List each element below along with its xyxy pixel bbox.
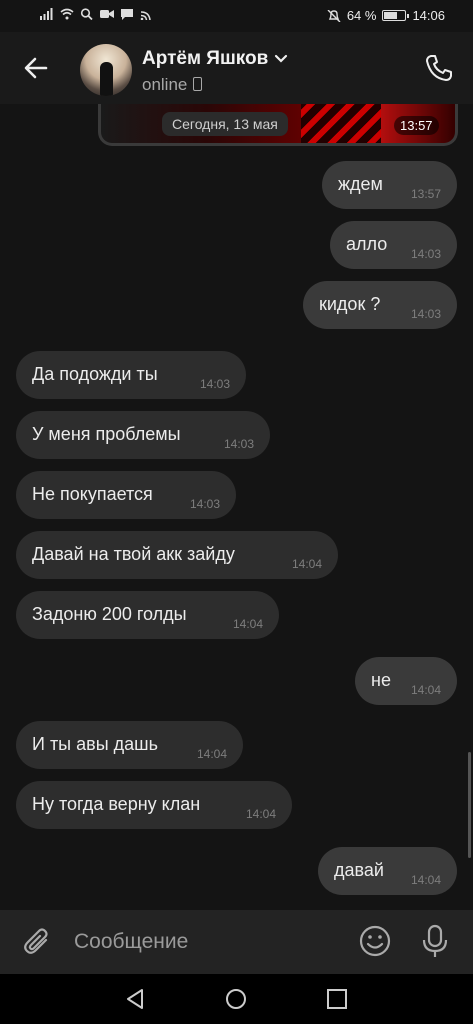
paperclip-icon[interactable] (22, 926, 54, 958)
incoming-message[interactable]: У меня проблемы 14:03 (16, 411, 270, 459)
battery-icon (382, 10, 410, 21)
media-time: 13:57 (394, 116, 439, 135)
message-time: 14:03 (410, 247, 441, 261)
nav-recents-icon[interactable] (326, 988, 348, 1010)
incoming-message[interactable]: Ну тогда верну клан 14:04 (16, 781, 292, 829)
nav-home-icon[interactable] (225, 988, 247, 1010)
incoming-message[interactable]: Давай на твой акк зайду 14:04 (16, 531, 338, 579)
wifi-icon (60, 8, 74, 20)
battery-fill (384, 12, 397, 19)
contact-name-text: Артём Яшков (142, 48, 269, 69)
message-text: Да подожди ты (32, 364, 158, 384)
message-text: алло (346, 234, 388, 254)
video-icon (100, 10, 114, 18)
arrow-left-icon[interactable] (22, 54, 50, 82)
media-image (301, 104, 381, 143)
message-text: Не покупается (32, 484, 153, 504)
message-time: 14:03 (410, 307, 441, 321)
phone-icon[interactable] (423, 52, 455, 84)
avatar[interactable] (80, 44, 132, 96)
chevron-down-icon (275, 54, 288, 63)
date-separator: Сегодня, 13 мая (162, 112, 288, 136)
search-icon (80, 8, 93, 20)
composer: Сообщение (0, 910, 473, 974)
message-text: давай (334, 860, 384, 880)
chat-header: Артём Яшков online (0, 32, 473, 104)
outgoing-message[interactable]: не 14:04 (355, 657, 457, 705)
message-time: 14:03 (189, 497, 220, 511)
smiley-icon[interactable] (358, 924, 392, 958)
message-time: 14:04 (232, 617, 263, 631)
incoming-message[interactable]: Задоню 200 голды 14:04 (16, 591, 279, 639)
message-text: кидок ? (319, 294, 381, 314)
contact-name[interactable]: Артём Яшков (142, 48, 288, 70)
message-text: Давай на твой акк зайду (32, 544, 235, 564)
outgoing-message[interactable]: кидок ? 14:03 (303, 281, 457, 329)
message-text: ждем (338, 174, 383, 194)
message-time: 14:03 (199, 377, 230, 391)
message-time: 14:04 (410, 873, 441, 887)
message-time: 13:57 (410, 187, 441, 201)
message-text: не (371, 670, 391, 690)
clock: 14:06 (412, 8, 445, 23)
message-text: У меня проблемы (32, 424, 181, 444)
message-time: 14:04 (410, 683, 441, 697)
message-time: 14:03 (223, 437, 254, 451)
message-text: Задоню 200 голды (32, 604, 187, 624)
outgoing-message[interactable]: давай 14:04 (318, 847, 457, 895)
avatar-figure (100, 62, 113, 96)
battery-percent: 64 % (346, 8, 377, 23)
outgoing-message[interactable]: ждем 13:57 (322, 161, 457, 209)
incoming-message[interactable]: Не покупается 14:03 (16, 471, 236, 519)
status-icons-right: 64 % 14:06 (327, 8, 445, 23)
chat-icon (121, 9, 133, 20)
incoming-message[interactable]: Да подожди ты 14:03 (16, 351, 246, 399)
nav-back-icon[interactable] (124, 988, 146, 1010)
presence-text: online (142, 75, 188, 94)
outgoing-message[interactable]: алло 14:03 (330, 221, 457, 269)
message-time: 14:04 (291, 557, 322, 571)
mobile-device-icon (193, 77, 203, 91)
message-time: 14:04 (196, 747, 227, 761)
cast-icon (140, 11, 151, 20)
status-bar: 64 % 14:06 (0, 0, 473, 32)
message-text: И ты авы дашь (32, 734, 158, 754)
system-nav-bar (0, 974, 473, 1024)
signal-icon (40, 8, 53, 20)
presence-status: online (142, 75, 203, 95)
message-time: 14:04 (245, 807, 276, 821)
incoming-message[interactable]: И ты авы дашь 14:04 (16, 721, 243, 769)
status-icons-left (40, 8, 154, 20)
microphone-icon[interactable] (420, 924, 450, 958)
message-text: Ну тогда верну клан (32, 794, 201, 814)
message-input[interactable]: Сообщение (74, 930, 188, 954)
mute-bell-icon (327, 9, 341, 22)
message-list[interactable]: 13:57 Сегодня, 13 мая ждем 13:57 алло 14:03… (0, 104, 473, 910)
scrollbar[interactable] (468, 752, 471, 858)
